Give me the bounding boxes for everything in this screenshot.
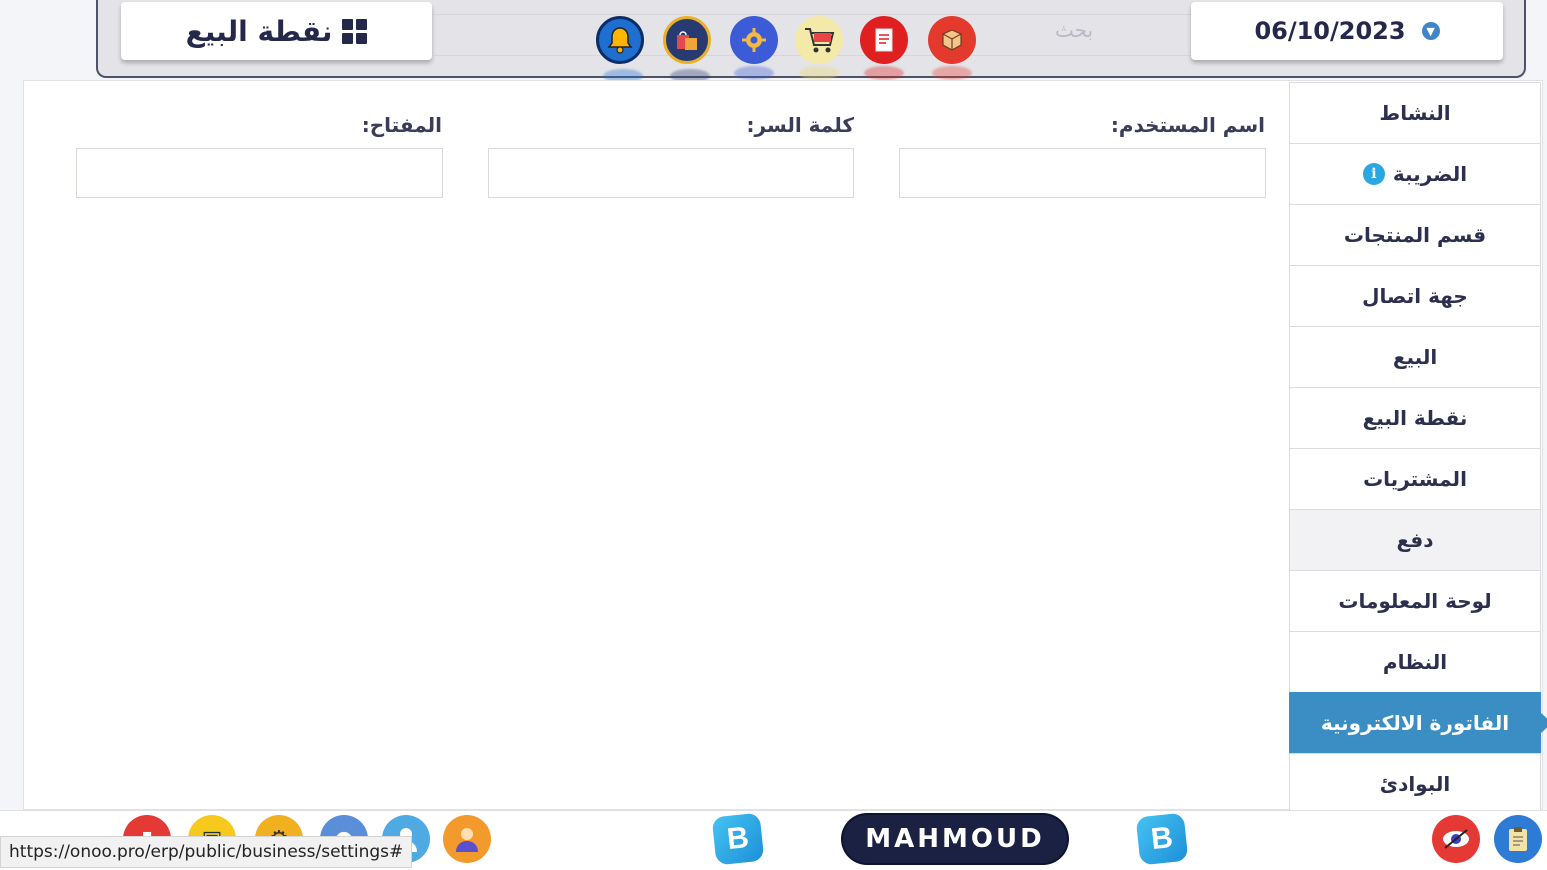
sidebar-item-label: الضريبة [1392,162,1468,186]
sidebar-item-label: المشتريات [1363,467,1467,491]
b-logo-icon[interactable]: B [1135,812,1189,866]
chevron-down-icon[interactable]: ▼ [1421,22,1440,40]
sidebar-item-purchases[interactable]: المشتريات [1289,448,1541,509]
sidebar-item-label: النظام [1382,650,1448,674]
sidebar-item-prefixes[interactable]: البوادئ [1289,753,1541,814]
user-name-badge[interactable]: MAHMOUD [843,815,1067,863]
sidebar-item-label: البيع [1392,345,1438,369]
sidebar-item-dashboard[interactable]: لوحة المعلومات [1289,570,1541,631]
grid-icon [342,18,368,44]
settings-sidebar: النشاط الضريبة i قسم المنتجات جهة اتصال … [1289,82,1547,814]
key-label: المفتاح: [361,113,442,137]
sidebar-item-label: لوحة المعلومات [1338,589,1492,613]
sidebar-item-label: قسم المنتجات [1343,223,1487,247]
sidebar-item-sales[interactable]: البيع [1289,326,1541,387]
search-hint: بحث [1055,18,1094,42]
status-url-tooltip: https://onoo.pro/erp/public/business/set… [0,836,413,868]
username-label: اسم المستخدم: [1110,113,1265,137]
bell-icon[interactable] [596,16,644,83]
password-input[interactable] [488,148,854,198]
shopping-bags-icon[interactable] [663,16,711,83]
sidebar-item-system[interactable]: النظام [1289,631,1541,692]
clipboard-icon[interactable] [1494,815,1542,863]
sidebar-item-label: البوادئ [1379,772,1451,796]
pos-button-label: نقطة البيع [185,14,333,48]
shopping-cart-icon[interactable] [795,16,843,80]
document-icon[interactable] [860,16,908,80]
sidebar-item-payment[interactable]: دفع [1289,509,1541,570]
key-input[interactable] [76,148,443,198]
date-value: 06/10/2023 [1254,17,1406,45]
pos-button[interactable]: نقطة البيع [121,2,432,60]
user-profile-icon[interactable] [443,815,491,863]
sidebar-item-label: النشاط [1379,101,1451,125]
sidebar-item-e-invoice[interactable]: الفاتورة الالكترونية [1289,692,1547,753]
eye-icon[interactable] [1432,815,1480,863]
sidebar-item-label: الفاتورة الالكترونية [1320,711,1510,735]
sidebar-item-label: نقطة البيع [1362,406,1468,430]
sidebar-item-products[interactable]: قسم المنتجات [1289,204,1541,265]
package-icon[interactable] [928,16,976,80]
sidebar-item-tax[interactable]: الضريبة i [1289,143,1541,204]
sidebar-item-label: دفع [1396,528,1434,552]
sidebar-item-label: جهة اتصال [1362,284,1468,308]
username-input[interactable] [899,148,1266,198]
sidebar-item-contacts[interactable]: جهة اتصال [1289,265,1541,326]
b-logo-icon[interactable]: B [711,812,765,866]
sidebar-item-pos[interactable]: نقطة البيع [1289,387,1541,448]
date-selector[interactable]: 06/10/2023 ▼ [1191,2,1503,60]
info-icon[interactable]: i [1362,163,1385,185]
sidebar-item-activity[interactable]: النشاط [1289,82,1541,143]
gear-network-icon[interactable] [730,16,778,80]
password-label: كلمة السر: [746,113,854,137]
